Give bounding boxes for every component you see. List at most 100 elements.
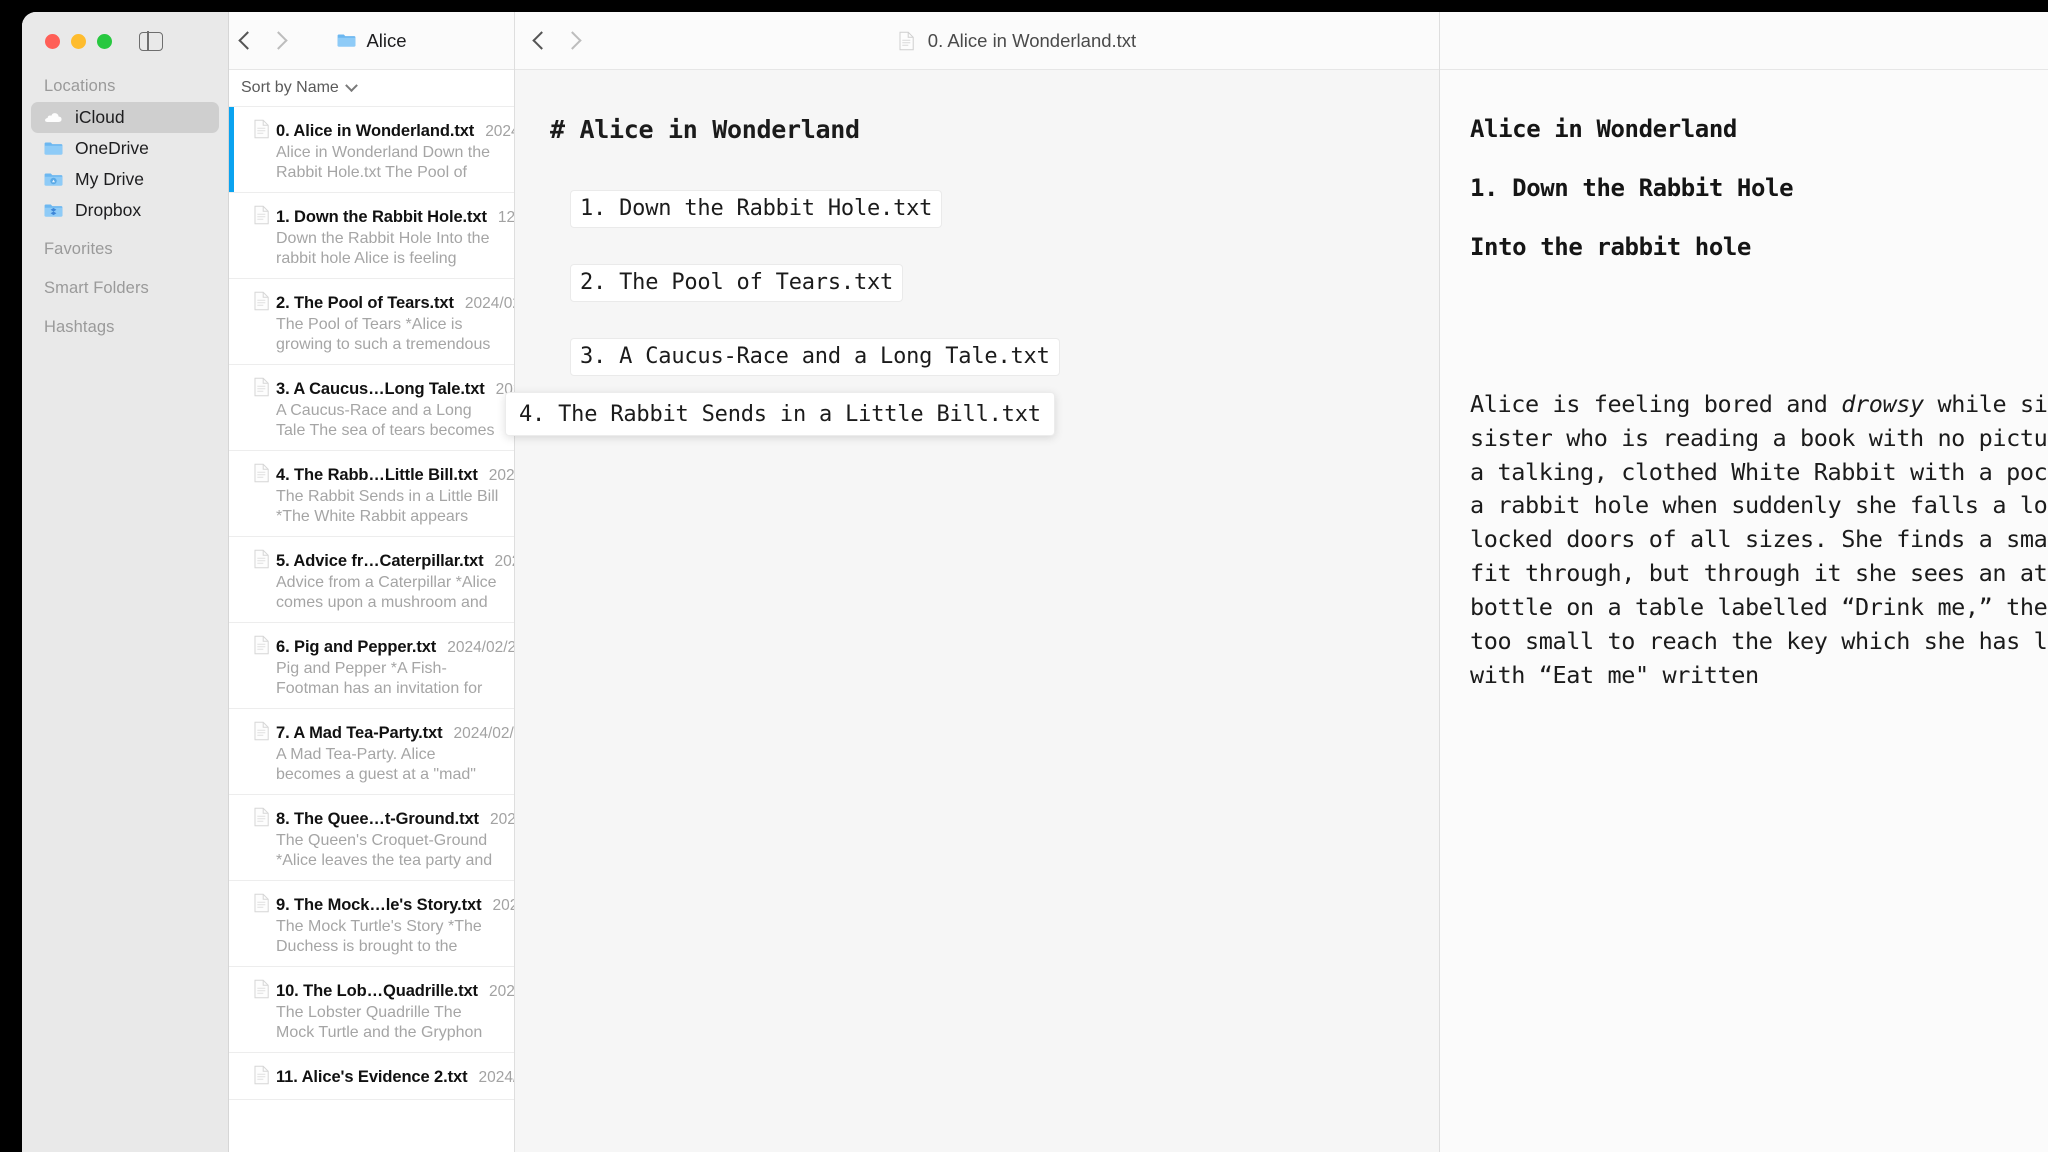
folder-icon <box>43 139 64 158</box>
forward-icon[interactable] <box>563 31 582 50</box>
file-list-row[interactable]: 6. Pig and Pepper.txt 2024/02/22 Pig and P… <box>229 623 514 709</box>
file-date: 2024/02/22 <box>447 639 514 656</box>
file-icon <box>253 205 269 225</box>
file-preview-text: Down the Rabbit Hole Into the rabbit hol… <box>276 230 490 267</box>
forward-icon[interactable] <box>269 31 288 50</box>
file-name: 5. Advice fr…Caterpillar.txt <box>276 552 484 570</box>
file-preview-text <box>253 1087 500 1089</box>
sidebar-section-hashtags[interactable]: Hashtags <box>22 311 228 343</box>
file-date: 2024/02/22 <box>453 725 514 742</box>
sidebar-toggle-icon[interactable] <box>139 30 163 52</box>
file-link-chip[interactable]: 3. A Caucus-Race and a Long Tale.txt <box>570 338 1060 376</box>
file-icon <box>253 979 269 999</box>
file-name: 7. A Mad Tea-Party.txt <box>276 724 443 742</box>
file-preview-text: The Mock Turtle's Story *The Duchess is … <box>276 918 482 955</box>
editor-title-label: 0. Alice in Wonderland.txt <box>927 29 1137 51</box>
markdown-link-row: 2. The Pool of Tears.txt <box>550 264 1439 338</box>
sidebar-section-favorites[interactable]: Favorites <box>22 233 228 265</box>
chevron-down-icon <box>344 78 358 92</box>
file-name: 1. Down the Rabbit Hole.txt <box>276 208 487 226</box>
file-list-row[interactable]: 5. Advice fr…Caterpillar.txt 2024/02/22 Ad… <box>229 537 514 623</box>
file-icon <box>253 549 269 569</box>
file-list-row[interactable]: 9. The Mock…le's Story.txt 2024/02/22 The … <box>229 881 514 967</box>
file-name: 10. The Lob…Quadrille.txt <box>276 982 478 1000</box>
sidebar-section-smart-folders[interactable]: Smart Folders <box>22 272 228 304</box>
file-date: 2024/02/22 <box>485 123 514 140</box>
file-name: 11. Alice's Evidence 2.txt <box>276 1068 468 1086</box>
file-link-chip[interactable]: 1. Down the Rabbit Hole.txt <box>570 190 943 228</box>
file-name: 2. The Pool of Tears.txt <box>276 294 454 312</box>
file-list-row[interactable]: 4. The Rabb…Little Bill.txt 2024/05/24 The… <box>229 451 514 537</box>
window-controls <box>22 12 228 70</box>
editor-body[interactable]: # Alice in Wonderland 1. Down the Rabbit… <box>515 70 1439 1152</box>
file-preview-text: The Queen's Croquet-Ground *Alice leaves… <box>276 832 493 869</box>
sidebar-item-label: OneDrive <box>75 138 149 158</box>
file-icon <box>898 31 919 51</box>
preview-heading-3: Into the rabbit hole <box>1470 233 1751 261</box>
markdown-heading: # Alice in Wonderland <box>550 115 860 144</box>
file-list-row[interactable]: 8. The Quee…t-Ground.txt 2024/02/22 The Qu… <box>229 795 514 881</box>
file-name: 3. A Caucus…Long Tale.txt <box>276 380 485 398</box>
file-list-row[interactable]: 2. The Pool of Tears.txt 2024/02/22 The Po… <box>229 279 514 365</box>
file-link-chip[interactable]: 2. The Pool of Tears.txt <box>570 264 904 302</box>
minimize-button[interactable] <box>71 33 86 49</box>
back-icon[interactable] <box>238 31 257 50</box>
file-name: 0. Alice in Wonderland.txt <box>276 122 475 140</box>
file-icon <box>253 377 269 397</box>
sidebar-item-label: iCloud <box>75 107 125 127</box>
file-date: 12:28 <box>497 209 514 226</box>
app-window: Locations iCloud OneDrive My Drive Dropb… <box>22 12 2048 1152</box>
file-list-row[interactable]: 10. The Lob…Quadrille.txt 2024/02/22 The L… <box>229 967 514 1053</box>
file-list-row[interactable]: 11. Alice's Evidence 2.txt 2024/02/22 <box>229 1053 514 1100</box>
sidebar-item-label: Dropbox <box>75 200 142 220</box>
file-date: 2024/02/22 <box>464 295 514 312</box>
preview-heading-1: Alice in Wonderland <box>1470 115 1737 143</box>
sort-control[interactable]: Sort by Name <box>229 70 514 107</box>
file-date: 2024/05/24 <box>488 467 514 484</box>
file-preview-text: A Mad Tea-Party. Alice becomes a guest a… <box>276 746 476 783</box>
folder-icon <box>336 31 357 50</box>
folder-dropbox-icon <box>43 201 64 220</box>
sidebar-item-my-drive[interactable]: My Drive <box>31 164 219 195</box>
file-date: 2024/02/22 <box>492 897 515 914</box>
cloud-icon <box>43 108 64 127</box>
file-preview-text: Advice from a Caterpillar *Alice comes u… <box>276 574 497 611</box>
file-name: 4. The Rabb…Little Bill.txt <box>276 466 478 484</box>
file-name: 6. Pig and Pepper.txt <box>276 638 437 656</box>
maximize-button[interactable] <box>97 33 112 49</box>
sidebar-item-icloud[interactable]: iCloud <box>31 102 219 133</box>
file-date: 2024/02/22 <box>478 1069 515 1086</box>
file-icon <box>253 721 269 741</box>
sidebar-item-onedrive[interactable]: OneDrive <box>31 133 219 164</box>
preview-paragraph: Alice is feeling bored and drowsy while … <box>1470 390 2048 689</box>
sidebar-item-label: My Drive <box>75 169 145 189</box>
file-list-nav <box>238 31 288 50</box>
file-list-row[interactable]: 0. Alice in Wonderland.txt 2024/02/22 Alic… <box>229 107 514 193</box>
file-preview-text: A Caucus-Race and a Long Tale The sea of… <box>276 402 495 439</box>
editor-title: 0. Alice in Wonderland.txt <box>818 30 1136 52</box>
file-icon <box>253 463 269 483</box>
close-button[interactable] <box>45 33 60 49</box>
file-preview-text: Alice in Wonderland Down the Rabbit Hole… <box>276 144 491 181</box>
sidebar-section-locations: Locations <box>44 77 116 95</box>
editor-header: 0. Alice in Wonderland.txt <box>515 12 1439 70</box>
file-list-row[interactable]: 3. A Caucus…Long Tale.txt2024/02/22A Cau… <box>229 365 514 451</box>
file-icon <box>253 635 269 655</box>
preview-spacer <box>1470 292 2048 388</box>
folder-title: Alice <box>336 30 407 52</box>
file-name: 9. The Mock…le's Story.txt <box>276 896 482 914</box>
sort-label: Sort by Name <box>241 79 339 96</box>
preview-heading-2: 1. Down the Rabbit Hole <box>1470 174 1794 202</box>
editor-panel: 0. Alice in Wonderland.txt # Alice in Wo… <box>515 12 1440 1152</box>
file-preview-text: The Pool of Tears *Alice is growing to s… <box>276 316 491 353</box>
file-icon <box>253 807 269 827</box>
file-name: 8. The Quee…t-Ground.txt <box>276 810 479 828</box>
file-date: 2024/02/22 <box>494 553 515 570</box>
file-list-row[interactable]: 1. Down the Rabbit Hole.txt 12:28 Down the… <box>229 193 514 279</box>
back-icon[interactable] <box>532 31 551 50</box>
file-list-row[interactable]: 7. A Mad Tea-Party.txt 2024/02/22 A Mad Te… <box>229 709 514 795</box>
markdown-link-row: 1. Down the Rabbit Hole.txt <box>550 190 1439 264</box>
file-list-scroll[interactable]: 0. Alice in Wonderland.txt 2024/02/22 Alic… <box>229 107 514 1152</box>
file-icon <box>253 291 269 311</box>
sidebar-item-dropbox[interactable]: Dropbox <box>31 195 219 226</box>
